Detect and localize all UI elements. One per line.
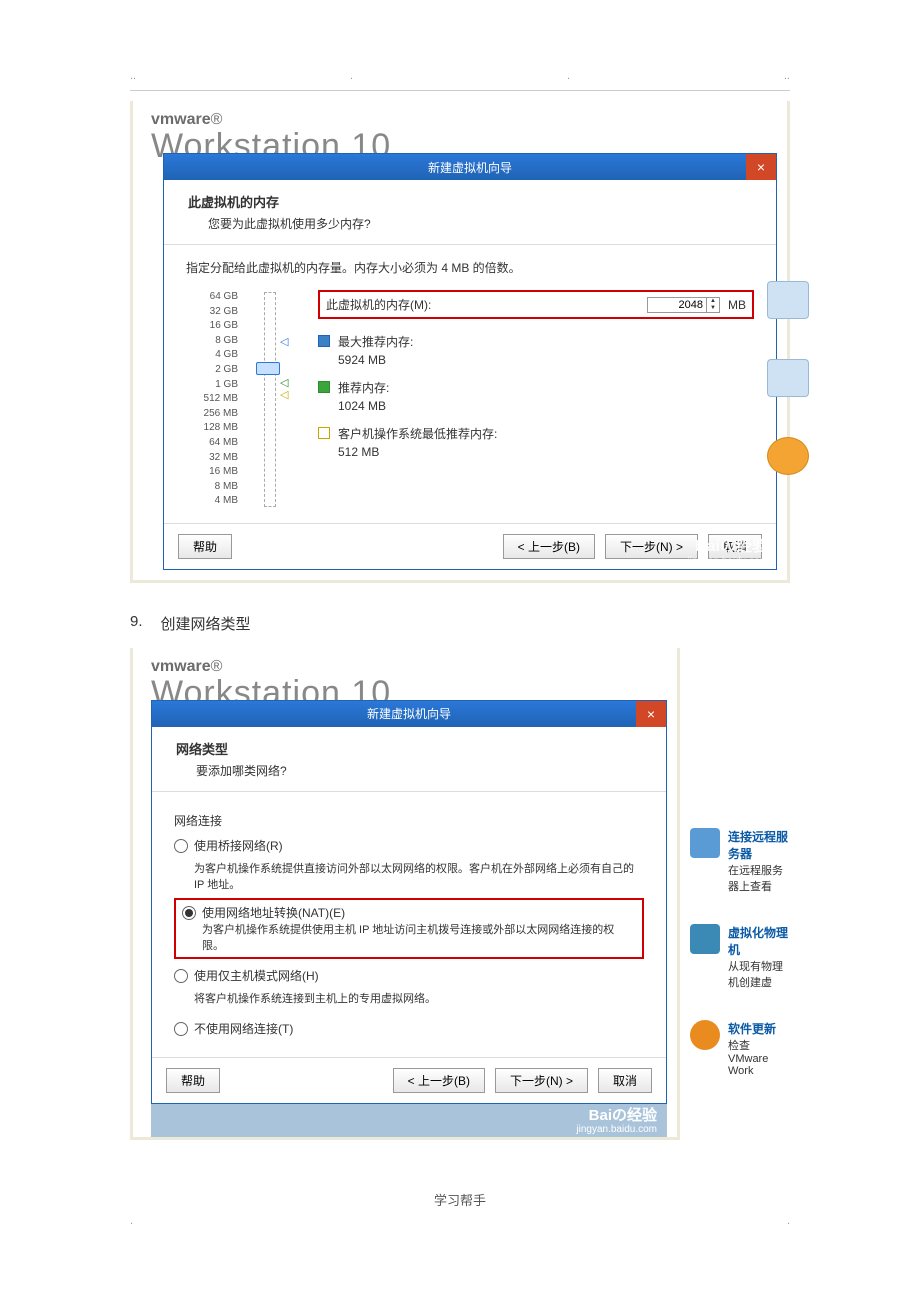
update-icon xyxy=(767,437,809,475)
cancel-button[interactable]: 取消 xyxy=(598,1068,652,1093)
update-icon xyxy=(690,1020,720,1050)
pointer-rec-icon: ◁ xyxy=(280,378,288,389)
square-blue-icon xyxy=(318,335,330,347)
side-icons xyxy=(767,281,809,475)
section-title: 网络类型 xyxy=(176,739,642,758)
baidu-watermark: Baiの经验 jingyan.baidu.com xyxy=(151,1104,667,1138)
square-yellow-icon xyxy=(318,427,330,439)
vm-icon xyxy=(690,924,720,954)
side-panel: 连接远程服务器在远程服务器上查看 虚拟化物理机从现有物理机创建虚 软件更新检查 … xyxy=(690,648,790,1151)
rec-recommend: 推荐内存:1024 MB xyxy=(318,379,754,415)
radio-none[interactable]: 不使用网络连接(T) xyxy=(174,1020,644,1037)
help-button[interactable]: 帮助 xyxy=(166,1068,220,1093)
step-number: 9. xyxy=(130,613,143,634)
dialog-title: 新建虚拟机向导 × xyxy=(152,701,666,727)
close-button[interactable]: × xyxy=(636,701,666,727)
square-green-icon xyxy=(318,381,330,393)
help-button[interactable]: 帮助 xyxy=(178,534,232,559)
section-title: 此虚拟机的内存 xyxy=(188,192,752,211)
memory-ticks: 64 GB32 GB16 GB 8 GB4 GB2 GB 1 GB512 MB2… xyxy=(186,290,238,509)
memory-label: 此虚拟机的内存(M): xyxy=(326,296,431,313)
memory-description: 指定分配给此虚拟机的内存量。内存大小必须为 4 MB 的倍数。 xyxy=(186,259,754,276)
side-remote[interactable]: 连接远程服务器在远程服务器上查看 xyxy=(690,828,790,894)
radio-icon xyxy=(174,839,188,853)
wizard-dialog-network: 新建虚拟机向导 × 网络类型 要添加哪类网络? 网络连接 使用桥接网络(R) 为… xyxy=(151,700,667,1104)
radio-nat[interactable]: 使用网络地址转换(NAT)(E) xyxy=(182,904,636,921)
radio-bridged[interactable]: 使用桥接网络(R) xyxy=(174,837,644,854)
side-virtualize[interactable]: 虚拟化物理机从现有物理机创建虚 xyxy=(690,924,790,990)
back-button[interactable]: < 上一步(B) xyxy=(503,534,595,559)
page-footer: 学习帮手 xyxy=(130,1190,790,1209)
radio-icon xyxy=(174,1022,188,1036)
memory-input[interactable] xyxy=(648,298,706,312)
server-icon xyxy=(767,281,809,319)
rec-max: 最大推荐内存:5924 MB xyxy=(318,333,754,369)
wizard-dialog-memory: 新建虚拟机向导 × 此虚拟机的内存 您要为此虚拟机使用多少内存? 指定分配给此虚… xyxy=(163,153,777,570)
step-text: 创建网络类型 xyxy=(161,613,251,634)
rec-min: 客户机操作系统最低推荐内存:512 MB xyxy=(318,425,754,461)
back-button[interactable]: < 上一步(B) xyxy=(393,1068,485,1093)
step-up-icon[interactable]: ▲ xyxy=(707,298,719,305)
next-button[interactable]: 下一步(N) > xyxy=(605,534,698,559)
dialog-title: 新建虚拟机向导 × xyxy=(164,154,776,180)
section-subtitle: 要添加哪类网络? xyxy=(196,762,642,779)
server-icon xyxy=(690,828,720,858)
vm-icon xyxy=(767,359,809,397)
baidu-watermark: Baiの经验 jingyan.baidu.com xyxy=(687,538,768,567)
radio-icon xyxy=(174,969,188,983)
memory-unit: MB xyxy=(728,298,746,312)
screenshot-network: vmware® Workstation 10 新建虚拟机向导 × 网络类型 要添… xyxy=(130,648,680,1141)
pointer-min-icon: ◁ xyxy=(280,390,288,401)
memory-stepper[interactable]: ▲▼ xyxy=(647,297,720,313)
next-button[interactable]: 下一步(N) > xyxy=(495,1068,588,1093)
memory-slider[interactable]: ◁ ◁ ◁ xyxy=(258,290,298,509)
pointer-max-icon: ◁ xyxy=(280,337,288,348)
screenshot-memory: vmware® Workstation 10 新建虚拟机向导 × 此虚拟机的内存… xyxy=(130,101,790,583)
section-subtitle: 您要为此虚拟机使用多少内存? xyxy=(208,215,752,232)
slider-handle[interactable] xyxy=(256,362,280,375)
radio-hostonly[interactable]: 使用仅主机模式网络(H) xyxy=(174,967,644,984)
step-down-icon[interactable]: ▼ xyxy=(707,305,719,312)
close-button[interactable]: × xyxy=(746,154,776,180)
memory-input-row: 此虚拟机的内存(M): ▲▼ MB xyxy=(318,290,754,319)
step-9: 9. 创建网络类型 xyxy=(130,613,790,634)
side-update[interactable]: 软件更新检查 VMware Work xyxy=(690,1020,790,1077)
radio-icon xyxy=(182,906,196,920)
highlighted-nat-option: 使用网络地址转换(NAT)(E) 为客户机操作系统提供使用主机 IP 地址访问主… xyxy=(174,898,644,959)
network-section: 网络连接 xyxy=(174,812,644,829)
